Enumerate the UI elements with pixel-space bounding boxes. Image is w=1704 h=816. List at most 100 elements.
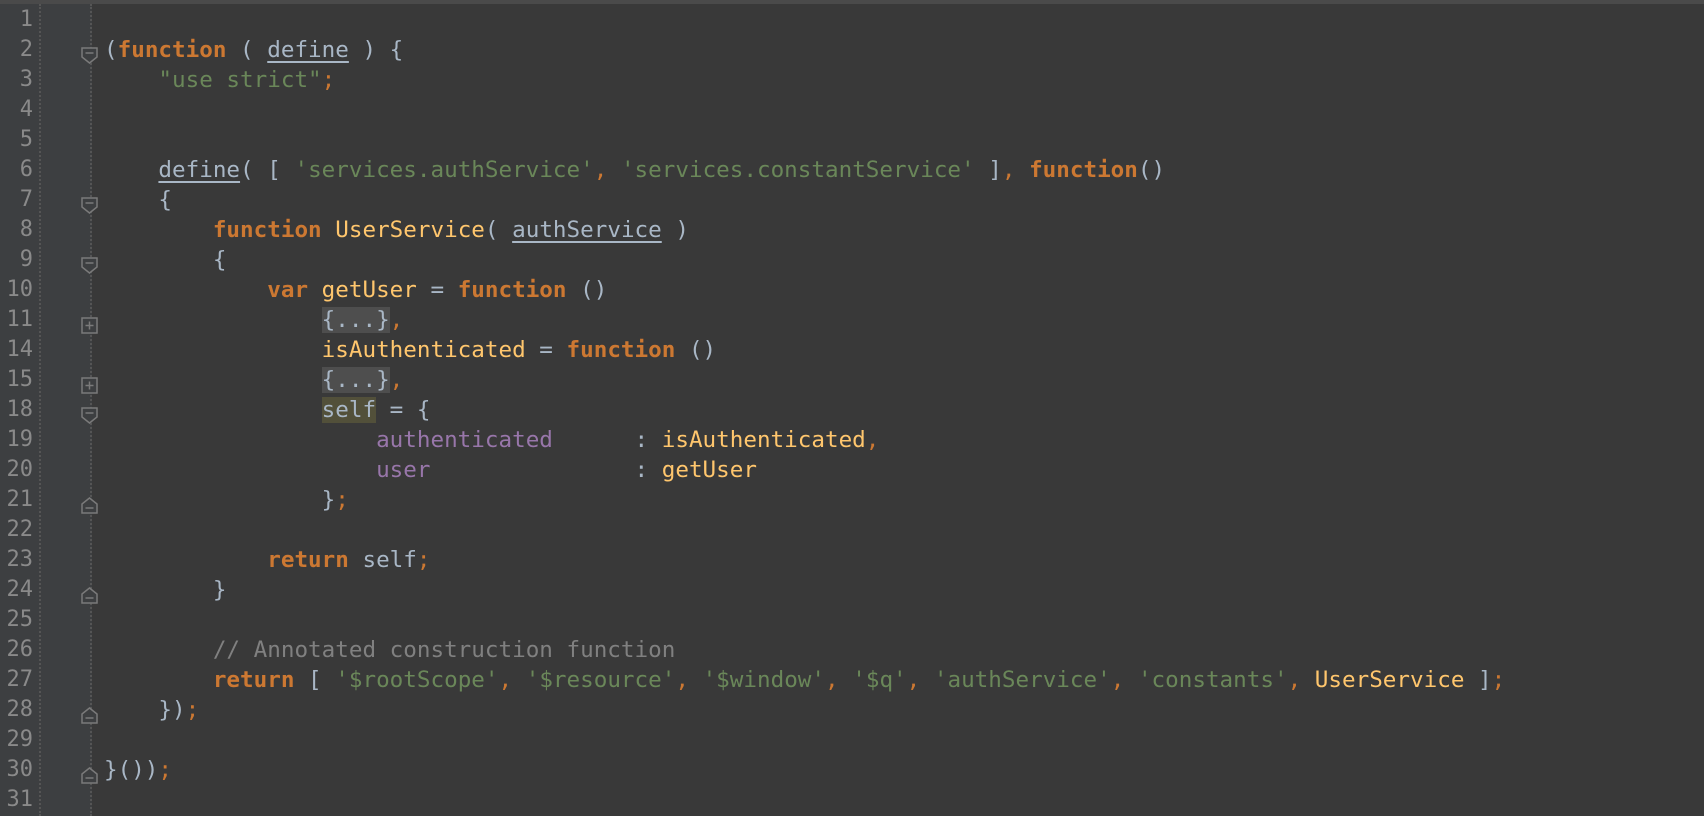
line-number[interactable]: 10	[0, 275, 34, 305]
line-number[interactable]: 3	[0, 65, 33, 95]
code-line[interactable]: 24 }	[0, 575, 1704, 605]
code-line[interactable]: 30 }());	[0, 755, 1704, 785]
code-text: self = {	[104, 395, 431, 425]
code-text: function UserService( authService )	[104, 215, 689, 245]
code-line[interactable]: 18 self = {	[0, 395, 1704, 425]
code-text: {...},	[104, 305, 403, 335]
fold-end-icon[interactable]	[81, 762, 98, 784]
code-line[interactable]: 4	[0, 95, 1704, 125]
fold-expand-icon[interactable]	[81, 312, 98, 334]
line-number[interactable]: 31	[0, 785, 34, 815]
code-line[interactable]: 19 authenticated : isAuthenticated,	[0, 425, 1704, 455]
line-number[interactable]: 14	[0, 335, 34, 365]
code-editor[interactable]: 1 2 (function ( define ) {3 "use strict"; 4…	[0, 5, 1704, 815]
line-number[interactable]: 20	[0, 455, 34, 485]
code-token: ]	[1464, 667, 1492, 693]
line-number[interactable]: 15	[0, 365, 34, 395]
code-line[interactable]: 27 return [ '$rootScope', '$resource', '…	[0, 665, 1704, 695]
fold-collapse-icon[interactable]	[81, 402, 98, 424]
code-line[interactable]: 9 {	[0, 245, 1704, 275]
fold-end-icon[interactable]	[81, 492, 98, 514]
code-token: {	[104, 247, 227, 273]
line-number[interactable]: 18	[0, 395, 34, 425]
code-token: [	[294, 667, 336, 693]
line-number[interactable]: 30	[0, 755, 34, 785]
code-token: authService	[512, 217, 662, 243]
code-line[interactable]: 26 // Annotated construction function	[0, 635, 1704, 665]
code-token: })	[104, 697, 186, 723]
code-text: }());	[104, 755, 172, 785]
line-number[interactable]: 23	[0, 545, 34, 575]
code-line[interactable]: 23 return self;	[0, 545, 1704, 575]
line-number[interactable]: 4	[0, 95, 33, 125]
code-text: }	[104, 575, 227, 605]
code-text: var getUser = function ()	[104, 275, 607, 305]
line-number[interactable]: 27	[0, 665, 34, 695]
fold-collapse-icon[interactable]	[81, 252, 98, 274]
code-line[interactable]: 21 };	[0, 485, 1704, 515]
folded-region[interactable]: {...}	[321, 367, 390, 393]
code-token: ;	[416, 547, 431, 573]
code-token: return	[267, 547, 349, 573]
fold-end-icon[interactable]	[81, 702, 98, 724]
line-number[interactable]: 19	[0, 425, 34, 455]
fold-end-icon[interactable]	[81, 582, 98, 604]
code-line[interactable]: 2 (function ( define ) {	[0, 35, 1704, 65]
code-line[interactable]: 14 isAuthenticated = function ()	[0, 335, 1704, 365]
code-token: authenticated	[376, 427, 553, 453]
line-number[interactable]: 2	[0, 35, 33, 65]
code-line[interactable]: 10 var getUser = function ()	[0, 275, 1704, 305]
line-number[interactable]: 1	[0, 5, 33, 35]
code-line[interactable]: 6 define( [ 'services.authService', 'ser…	[0, 155, 1704, 185]
code-line[interactable]: 7 {	[0, 185, 1704, 215]
code-token: ;	[158, 757, 173, 783]
code-line[interactable]: 15 {...},	[0, 365, 1704, 395]
code-line[interactable]: 8 function UserService( authService )	[0, 215, 1704, 245]
code-line[interactable]: 22	[0, 515, 1704, 545]
line-number[interactable]: 25	[0, 605, 34, 635]
code-line[interactable]: 25	[0, 605, 1704, 635]
folded-region[interactable]: {...}	[321, 307, 390, 333]
code-text: isAuthenticated = function ()	[104, 335, 717, 365]
code-line[interactable]: 5	[0, 125, 1704, 155]
fold-expand-icon[interactable]	[81, 372, 98, 394]
code-token: function	[117, 37, 227, 63]
code-text: user : getUser	[104, 455, 757, 485]
line-number[interactable]: 28	[0, 695, 34, 725]
code-line[interactable]: 3 "use strict";	[0, 65, 1704, 95]
code-line[interactable]: 31	[0, 785, 1704, 815]
code-token: =	[525, 337, 567, 363]
line-number[interactable]: 5	[0, 125, 33, 155]
code-line[interactable]: 1	[0, 5, 1704, 35]
code-line[interactable]: 29	[0, 725, 1704, 755]
fold-collapse-icon[interactable]	[81, 192, 98, 214]
code-token: ,	[389, 307, 404, 333]
code-token: }	[104, 487, 336, 513]
line-number[interactable]: 29	[0, 725, 34, 755]
line-number[interactable]: 6	[0, 155, 33, 185]
line-number[interactable]: 26	[0, 635, 34, 665]
code-line[interactable]: 11 {...},	[0, 305, 1704, 335]
code-token: ) {	[348, 37, 404, 63]
fold-collapse-icon[interactable]	[81, 42, 98, 64]
code-line[interactable]: 28 });	[0, 695, 1704, 725]
line-number[interactable]: 22	[0, 515, 34, 545]
code-line[interactable]: 20 user : getUser	[0, 455, 1704, 485]
line-number[interactable]: 24	[0, 575, 34, 605]
line-number[interactable]: 8	[0, 215, 33, 245]
line-number[interactable]: 21	[0, 485, 34, 515]
line-number[interactable]: 9	[0, 245, 33, 275]
code-token: ;	[1491, 667, 1506, 693]
line-number[interactable]: 7	[0, 185, 33, 215]
line-number[interactable]: 11	[0, 305, 34, 335]
code-token: define	[267, 37, 349, 63]
